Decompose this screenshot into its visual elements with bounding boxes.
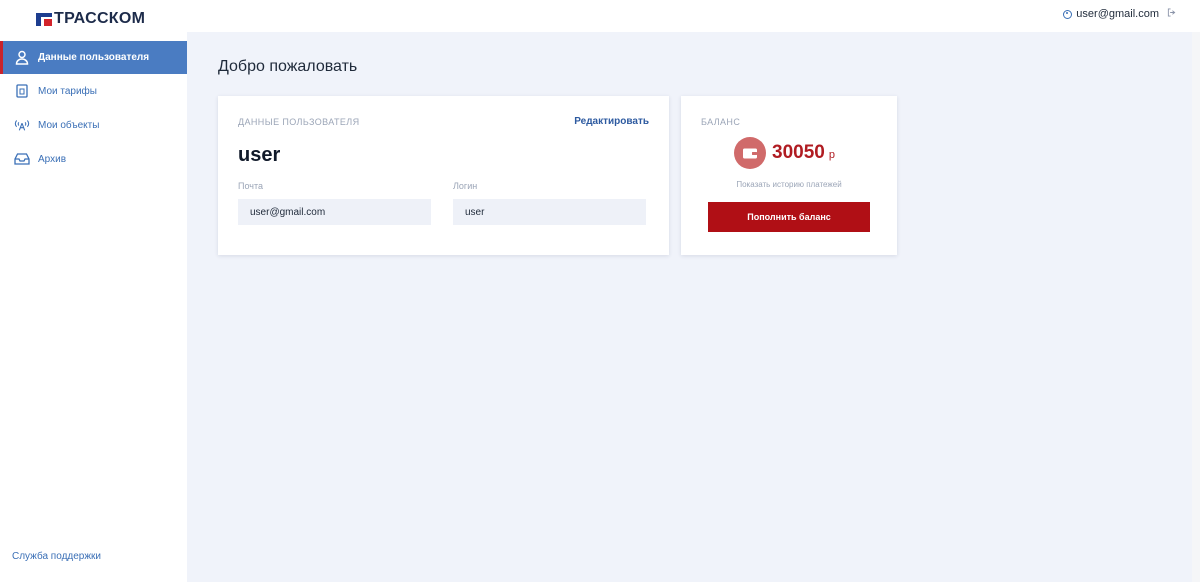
logout-icon[interactable] [1167, 8, 1176, 20]
page-title: Добро пожаловать [218, 58, 358, 75]
logo-mark-icon [36, 12, 52, 26]
document-icon [14, 83, 30, 99]
brand-logo[interactable]: ТРАССКОМ [36, 10, 145, 28]
balance-currency: р [828, 149, 835, 161]
inbox-icon [14, 151, 30, 167]
sidebar-item-user-data[interactable]: Данные пользователя [0, 41, 187, 74]
user-menu[interactable]: user@gmail.com [1063, 8, 1176, 20]
balance-row: 30050 р [734, 137, 835, 169]
sidebar-item-label: Мои тарифы [38, 85, 97, 97]
balance-card: БАЛАНС 30050 р Показать историю платежей… [681, 96, 897, 255]
balance-amount: 30050 [772, 142, 825, 163]
email-field: user@gmail.com [238, 199, 431, 225]
login-field: user [453, 199, 646, 225]
support-link[interactable]: Служба поддержки [12, 551, 101, 562]
sidebar-item-objects[interactable]: Мои объекты [0, 108, 187, 142]
user-circle-icon [1063, 9, 1073, 19]
card-label: ДАННЫЕ ПОЛЬЗОВАТЕЛЯ [238, 117, 360, 127]
topup-balance-button[interactable]: Пополнить баланс [708, 202, 870, 232]
sidebar: Данные пользователя Мои тарифы Мои объек… [0, 32, 187, 582]
antenna-icon [14, 117, 30, 133]
wallet-icon [734, 137, 766, 169]
balance-label: БАЛАНС [701, 117, 741, 127]
sidebar-item-label: Мои объекты [38, 119, 100, 131]
user-icon [14, 50, 30, 66]
top-bar: ТРАССКОМ user@gmail.com [0, 0, 1200, 32]
username: user [238, 144, 281, 166]
brand-name: ТРАССКОМ [54, 10, 146, 27]
edit-link[interactable]: Редактировать [574, 116, 649, 127]
scrollbar[interactable] [1192, 32, 1200, 582]
payment-history-link[interactable]: Показать историю платежей [681, 180, 897, 189]
sidebar-item-label: Данные пользователя [38, 52, 150, 63]
sidebar-item-tariffs[interactable]: Мои тарифы [0, 74, 187, 108]
email-label: Почта [238, 181, 263, 191]
sidebar-item-archive[interactable]: Архив [0, 142, 187, 176]
sidebar-item-label: Архив [38, 153, 67, 165]
user-email[interactable]: user@gmail.com [1076, 8, 1159, 20]
login-label: Логин [453, 181, 478, 191]
user-data-card: ДАННЫЕ ПОЛЬЗОВАТЕЛЯ Редактировать user П… [218, 96, 669, 255]
